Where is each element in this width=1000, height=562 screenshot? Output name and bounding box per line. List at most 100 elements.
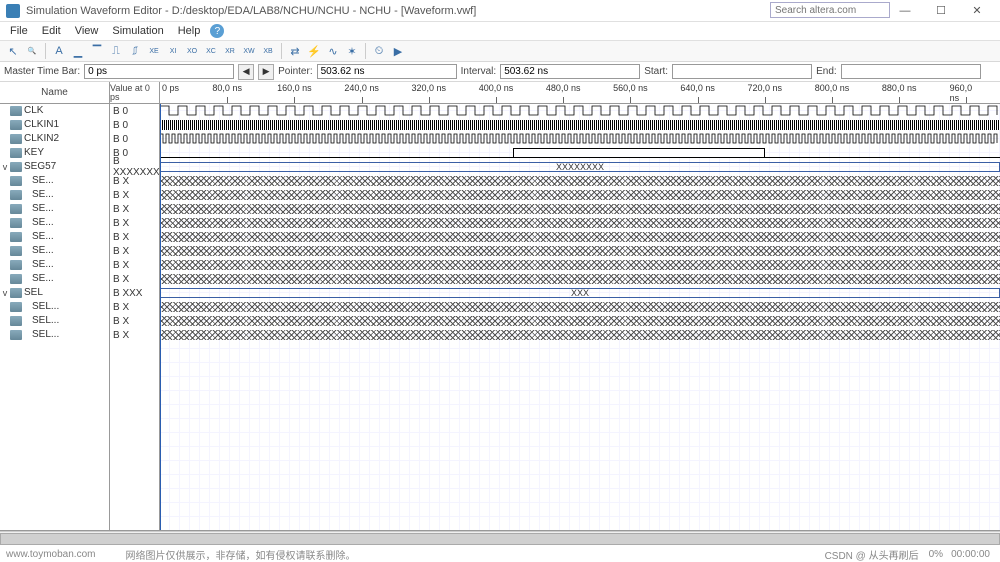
master-time-input[interactable] <box>84 64 234 79</box>
help-icon[interactable]: ? <box>210 24 224 38</box>
close-button[interactable]: ✕ <box>960 2 994 20</box>
horizontal-scrollbar[interactable] <box>0 531 1000 545</box>
signal-row[interactable]: KEY <box>0 146 109 160</box>
waveform-row[interactable] <box>160 300 1000 314</box>
expand-icon[interactable]: v <box>0 162 10 172</box>
waveform-row[interactable] <box>160 272 1000 286</box>
waveform-row[interactable] <box>160 146 1000 160</box>
footer: www.toymoban.com 网络图片仅供展示，非存储，如有侵权请联系删除。… <box>0 546 1000 562</box>
waveform-panel[interactable]: 0 ps80,0 ns160,0 ns240,0 ns320,0 ns400,0… <box>160 82 1000 530</box>
signal-row[interactable]: SE... <box>0 216 109 230</box>
signal-row[interactable]: vSEG57 <box>0 160 109 174</box>
signal-row[interactable]: vSEL <box>0 286 109 300</box>
signal-value: B X <box>110 244 159 258</box>
signal-row[interactable]: SE... <box>0 244 109 258</box>
signal-icon <box>10 260 22 270</box>
minimize-button[interactable]: — <box>888 2 922 20</box>
bus-value: XXX <box>160 288 1000 298</box>
toolbar-xc-icon[interactable]: XC <box>202 42 220 60</box>
prev-button[interactable]: ◀ <box>238 64 254 80</box>
toolbar-cursor-icon[interactable]: ↖ <box>4 42 22 60</box>
waveform-row[interactable] <box>160 202 1000 216</box>
menu-edit[interactable]: Edit <box>36 25 67 37</box>
signal-row[interactable]: SE... <box>0 174 109 188</box>
signal-value: B XXX <box>110 286 159 300</box>
toolbar-rand2-icon[interactable]: ∿ <box>324 42 342 60</box>
signal-value: B X <box>110 300 159 314</box>
menu-file[interactable]: File <box>4 25 34 37</box>
signal-icon <box>10 218 22 228</box>
waveform-row[interactable] <box>160 118 1000 132</box>
signal-icon <box>10 302 22 312</box>
toolbar-wave-under-icon[interactable]: ⎎ <box>126 42 144 60</box>
waveform-row[interactable] <box>160 244 1000 258</box>
ruler-tick: 560,0 ns <box>613 83 648 93</box>
waveform-row[interactable] <box>160 104 1000 118</box>
ruler-tick: 160,0 ns <box>277 83 312 93</box>
menu-view[interactable]: View <box>69 25 105 37</box>
toolbar-wave-over-icon[interactable]: ⎍ <box>107 42 125 60</box>
waveform-row[interactable] <box>160 258 1000 272</box>
toolbar-xe-icon[interactable]: XE <box>145 42 163 60</box>
signal-row[interactable]: SE... <box>0 258 109 272</box>
toolbar-clock-icon[interactable]: ⏲ <box>370 42 388 60</box>
signal-row[interactable]: CLK <box>0 104 109 118</box>
waveform-row[interactable] <box>160 174 1000 188</box>
signal-value: B X <box>110 202 159 216</box>
toolbar-xo-icon[interactable]: XO <box>183 42 201 60</box>
menu-simulation[interactable]: Simulation <box>106 25 169 37</box>
waveform-row[interactable] <box>160 216 1000 230</box>
signal-name: SEL... <box>24 301 109 312</box>
signal-name: SE... <box>24 245 109 256</box>
menu-help[interactable]: Help <box>172 25 207 37</box>
signal-row[interactable]: SEL... <box>0 328 109 342</box>
waveform-row[interactable]: XXXXXXXX <box>160 160 1000 174</box>
expand-icon[interactable]: v <box>0 288 10 298</box>
signal-name: CLKIN2 <box>24 133 109 144</box>
signal-row[interactable]: CLKIN2 <box>0 132 109 146</box>
maximize-button[interactable]: ☐ <box>924 2 958 20</box>
signal-row[interactable]: SE... <box>0 202 109 216</box>
toolbar-text-icon[interactable]: A <box>50 42 68 60</box>
toolbar-run-icon[interactable]: ▶ <box>389 42 407 60</box>
progress-percent: 0% <box>929 549 943 560</box>
signal-icon <box>10 232 22 242</box>
waveform-row[interactable] <box>160 132 1000 146</box>
signal-value: B X <box>110 314 159 328</box>
waveform-row[interactable] <box>160 188 1000 202</box>
ruler-tick: 800,0 ns <box>815 83 850 93</box>
toolbar-wave-a-icon[interactable]: ▁ <box>69 42 87 60</box>
signal-row[interactable]: SE... <box>0 188 109 202</box>
signal-row[interactable]: CLKIN1 <box>0 118 109 132</box>
signal-row[interactable]: SE... <box>0 230 109 244</box>
toolbar-invert-icon[interactable]: ⇄ <box>286 42 304 60</box>
toolbar-xw-icon[interactable]: XW <box>240 42 258 60</box>
pointer-input[interactable] <box>317 64 457 79</box>
toolbar-rand3-icon[interactable]: ✶ <box>343 42 361 60</box>
next-button[interactable]: ▶ <box>258 64 274 80</box>
signal-value: B X <box>110 230 159 244</box>
time-ruler[interactable]: 0 ps80,0 ns160,0 ns240,0 ns320,0 ns400,0… <box>160 82 1000 104</box>
signal-value: B X <box>110 272 159 286</box>
toolbar-wave-b-icon[interactable]: ▔ <box>88 42 106 60</box>
waveform-row[interactable] <box>160 314 1000 328</box>
end-input[interactable] <box>841 64 981 79</box>
signal-row[interactable]: SE... <box>0 272 109 286</box>
signal-icon <box>10 148 22 158</box>
start-input[interactable] <box>672 64 812 79</box>
toolbar-zoom-icon[interactable]: 🔍 <box>23 42 41 60</box>
signal-name: SEL... <box>24 315 109 326</box>
signal-row[interactable]: SEL... <box>0 300 109 314</box>
waveform-row[interactable] <box>160 230 1000 244</box>
interval-input[interactable] <box>500 64 640 79</box>
toolbar-xb-icon[interactable]: XB <box>259 42 277 60</box>
search-input[interactable] <box>770 2 890 18</box>
toolbar-xi-icon[interactable]: XI <box>164 42 182 60</box>
toolbar-xr-icon[interactable]: XR <box>221 42 239 60</box>
signal-value: B X <box>110 216 159 230</box>
signal-row[interactable]: SEL... <box>0 314 109 328</box>
waveform-row[interactable]: XXX <box>160 286 1000 300</box>
toolbar-rand1-icon[interactable]: ⚡ <box>305 42 323 60</box>
waveform-row[interactable] <box>160 328 1000 342</box>
time-cursor[interactable] <box>160 104 161 530</box>
